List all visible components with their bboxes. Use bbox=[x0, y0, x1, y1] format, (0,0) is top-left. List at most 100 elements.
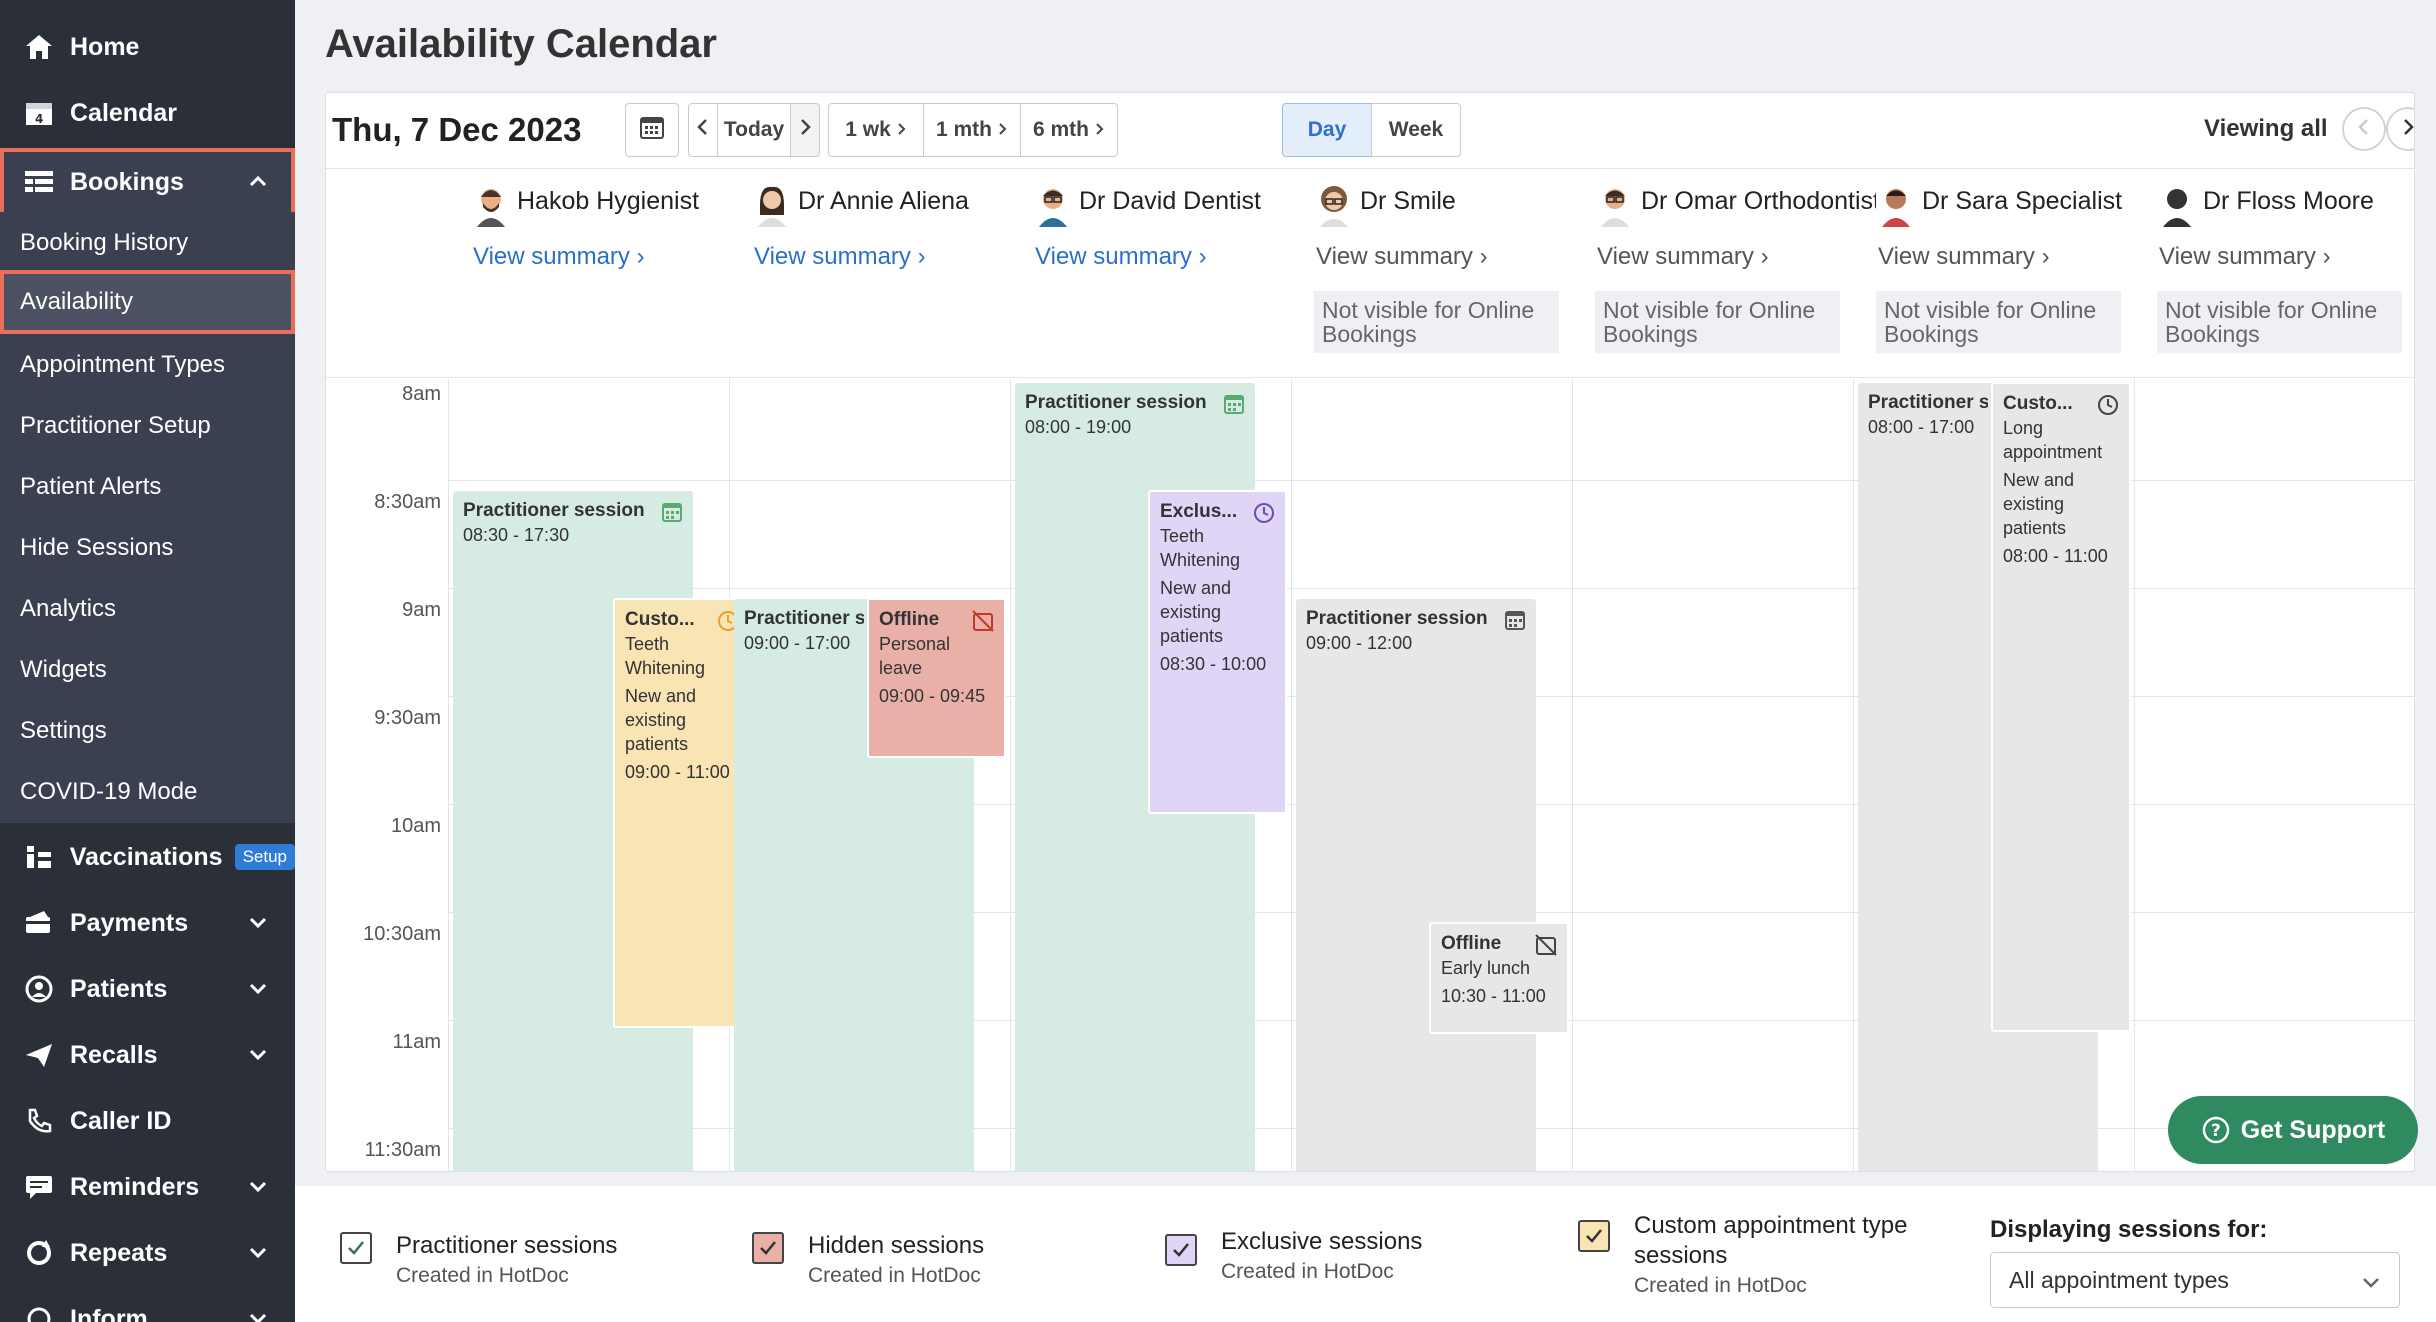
offline-session-block[interactable]: Offline Early lunch 10:30 - 11:00 bbox=[1429, 922, 1569, 1034]
nav-hide-sessions[interactable]: Hide Sessions bbox=[0, 517, 295, 578]
avatar-icon bbox=[1876, 183, 1916, 227]
session-time: 08:30 - 17:30 bbox=[463, 525, 570, 545]
patient-icon bbox=[22, 972, 56, 1006]
exclusive-session-block[interactable]: Exclus... Teeth Whitening New and existi… bbox=[1148, 490, 1287, 814]
bookings-grid-icon bbox=[22, 165, 56, 199]
paper-plane-icon bbox=[22, 1038, 56, 1072]
jump-1wk-button[interactable]: 1 wk bbox=[828, 103, 924, 157]
nav-payments[interactable]: Payments bbox=[0, 893, 295, 953]
today-button[interactable]: Today bbox=[717, 103, 791, 157]
get-support-label: Get Support bbox=[2240, 1115, 2386, 1144]
nav-covid-mode[interactable]: COVID-19 Mode bbox=[0, 761, 295, 822]
nav-home[interactable]: Home bbox=[0, 17, 295, 77]
practitioner-name: Dr Sara Specialist bbox=[1922, 187, 2123, 215]
view-day-button[interactable]: Day bbox=[1282, 103, 1372, 157]
prev-practitioners-button[interactable] bbox=[2342, 107, 2386, 151]
practitioner-column-header: Dr Annie Aliena View summary › bbox=[752, 169, 1033, 379]
next-practitioners-button[interactable] bbox=[2386, 107, 2414, 151]
chevron-left-icon bbox=[2357, 118, 2371, 141]
session-appointment-type: Teeth Whitening bbox=[1160, 526, 1241, 570]
legend-subtitle: Created in HotDoc bbox=[1634, 1274, 1807, 1297]
get-support-button[interactable]: ? Get Support bbox=[2168, 1096, 2418, 1164]
message-icon bbox=[22, 1170, 56, 1204]
view-summary-link[interactable]: View summary › bbox=[2159, 243, 2331, 271]
avatar-icon bbox=[752, 183, 792, 227]
view-summary-link[interactable]: View summary › bbox=[1597, 243, 1769, 271]
chevron-right-icon bbox=[998, 118, 1008, 142]
view-summary-link[interactable]: View summary › bbox=[1035, 243, 1207, 271]
appointment-type-select[interactable]: All appointment types bbox=[1990, 1252, 2400, 1308]
nav-widgets[interactable]: Widgets bbox=[0, 639, 295, 700]
select-value: All appointment types bbox=[2009, 1267, 2229, 1293]
nav-calendar-label: Calendar bbox=[70, 98, 177, 127]
session-time: 08:00 - 11:00 bbox=[2003, 546, 2108, 566]
chevron-right-icon bbox=[798, 118, 812, 142]
nav-caller-id[interactable]: Caller ID bbox=[0, 1091, 295, 1151]
practitioner-column-header: Dr Smile View summary › Not visible for … bbox=[1314, 169, 1595, 379]
offline-session-block[interactable]: Offline Personal leave 09:00 - 09:45 bbox=[867, 598, 1006, 758]
nav-vaccinations-label: Vaccinations bbox=[69, 842, 223, 871]
nav-practitioner-setup[interactable]: Practitioner Setup bbox=[0, 395, 295, 456]
legend-title: Hidden sessions bbox=[808, 1232, 985, 1259]
view-summary-link[interactable]: View summary › bbox=[473, 243, 645, 271]
phone-icon bbox=[22, 1104, 56, 1138]
practitioner-column-header: Dr David Dentist View summary › bbox=[1033, 169, 1314, 379]
chevron-down-icon bbox=[2361, 1271, 2381, 1291]
session-title: Practitioner session bbox=[1025, 392, 1207, 413]
avatar-icon bbox=[2157, 183, 2197, 227]
practitioner-header-row: Hakob Hygienist View summary › Dr Annie … bbox=[326, 168, 2414, 379]
calendar-grid: 8am 8:30am 9am 9:30am 10am 10:30am 11am … bbox=[326, 379, 2414, 1171]
nav-patient-alerts[interactable]: Patient Alerts bbox=[0, 456, 295, 517]
practitioner-session-block[interactable]: Practitioner session 09:00 - 12:00 bbox=[1296, 599, 1536, 1171]
nav-bookings[interactable]: Bookings bbox=[0, 148, 295, 216]
practitioner-name: Hakob Hygienist bbox=[517, 187, 700, 215]
nav-repeats[interactable]: Repeats bbox=[0, 1223, 295, 1283]
nav-recalls-label: Recalls bbox=[70, 1040, 158, 1069]
view-summary-link[interactable]: View summary › bbox=[1878, 243, 2050, 271]
nav-analytics[interactable]: Analytics bbox=[0, 578, 295, 639]
legend-subtitle: Created in HotDoc bbox=[1221, 1260, 1394, 1283]
session-reason: Personal leave bbox=[879, 634, 951, 678]
session-title: Practitioner session bbox=[1306, 608, 1488, 629]
nav-availability[interactable]: Availability bbox=[0, 270, 295, 334]
nav-settings[interactable]: Settings bbox=[0, 700, 295, 761]
date-picker-button[interactable] bbox=[625, 103, 679, 157]
nav-inform[interactable]: Inform bbox=[0, 1289, 295, 1322]
nav-recalls[interactable]: Recalls bbox=[0, 1025, 295, 1085]
legend-title: Exclusive sessions bbox=[1221, 1228, 1423, 1255]
custom-session-block[interactable]: Custo... Teeth Whitening New and existin… bbox=[613, 598, 751, 1028]
custom-session-block[interactable]: Custo... Long appointment New and existi… bbox=[1991, 382, 2131, 1032]
avatar-icon bbox=[1314, 183, 1354, 227]
main-content: Availability Calendar Thu, 7 Dec 2023 To… bbox=[295, 0, 2436, 1322]
calendar-icon: 4 bbox=[22, 96, 56, 130]
nav-appointment-types[interactable]: Appointment Types bbox=[0, 334, 295, 395]
availability-calendar: Thu, 7 Dec 2023 Today 1 wk 1 mth 6 mth D… bbox=[325, 92, 2415, 1172]
nav-inform-label: Inform bbox=[70, 1304, 148, 1322]
jump-1mth-button[interactable]: 1 mth bbox=[923, 103, 1021, 157]
session-title: Practitioner session bbox=[744, 608, 864, 629]
session-time: 09:00 - 12:00 bbox=[1306, 633, 1413, 653]
time-label: 9am bbox=[402, 599, 441, 621]
nav-booking-history[interactable]: Booking History bbox=[0, 212, 295, 273]
nav-payments-label: Payments bbox=[70, 908, 189, 937]
time-label: 10:30am bbox=[363, 923, 441, 945]
view-summary-link[interactable]: View summary › bbox=[1316, 243, 1488, 271]
nav-reminders[interactable]: Reminders bbox=[0, 1157, 295, 1217]
session-title: Practitioner session bbox=[1868, 392, 1988, 413]
nav-calendar[interactable]: 4 Calendar bbox=[0, 83, 295, 143]
nav-patients-label: Patients bbox=[70, 974, 168, 1003]
session-time: 08:30 - 10:00 bbox=[1160, 654, 1267, 674]
session-patient-type: New and existing patients bbox=[2003, 470, 2075, 538]
practitioner-column-header: Dr Sara Specialist View summary › Not vi… bbox=[1876, 169, 2157, 379]
svg-text:4: 4 bbox=[35, 112, 43, 126]
view-week-button[interactable]: Week bbox=[1371, 103, 1461, 157]
prev-day-button[interactable] bbox=[688, 103, 718, 157]
page-title: Availability Calendar bbox=[325, 22, 717, 66]
view-summary-link[interactable]: View summary › bbox=[754, 243, 926, 271]
next-day-button[interactable] bbox=[790, 103, 820, 157]
jump-6mth-button[interactable]: 6 mth bbox=[1020, 103, 1118, 157]
current-date: Thu, 7 Dec 2023 bbox=[332, 111, 582, 148]
nav-patients[interactable]: Patients bbox=[0, 959, 295, 1019]
nav-vaccinations[interactable]: Vaccinations Setup bbox=[0, 827, 295, 887]
not-visible-badge: Not visible for Online Bookings bbox=[1314, 291, 1559, 353]
